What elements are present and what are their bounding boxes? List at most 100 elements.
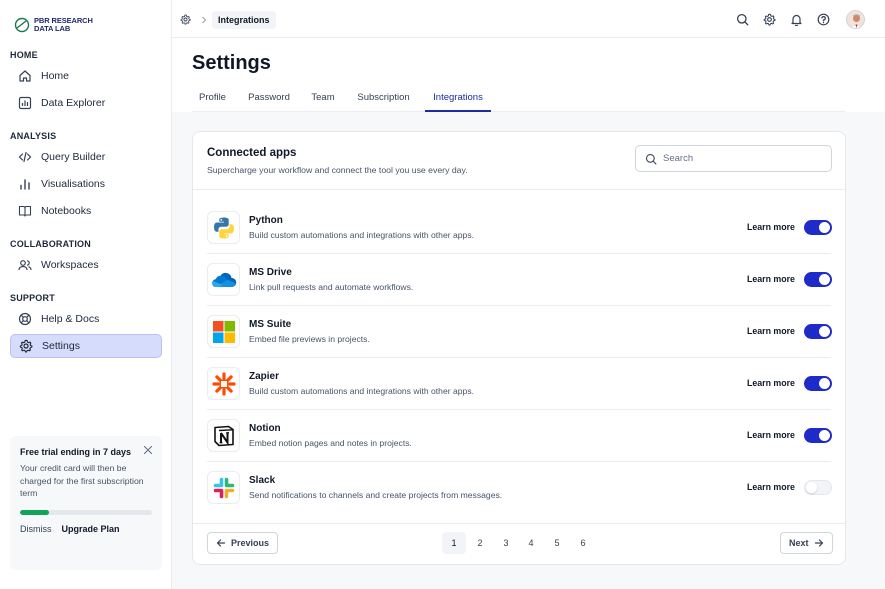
learn-more-link[interactable]: Learn more	[747, 326, 795, 336]
tab-subscription[interactable]: Subscription	[351, 88, 416, 112]
toggle-knob	[806, 482, 817, 493]
app-description: Send notifications to channels and creat…	[249, 490, 503, 500]
previous-button[interactable]: Previous	[207, 532, 279, 554]
nav-section-home: HOME	[10, 50, 38, 60]
toggle-knob	[819, 378, 830, 389]
brand-logo[interactable]: PBR RESEARCH DATA LAB	[14, 17, 93, 33]
sidebar-item-home[interactable]: Home	[10, 64, 162, 88]
dismiss-button[interactable]: Dismiss	[20, 524, 52, 534]
user-avatar-icon	[847, 11, 864, 28]
gear-icon	[19, 339, 33, 353]
search-icon	[645, 153, 657, 164]
sidebar: PBR RESEARCH DATA LAB HOME Home Data Exp…	[0, 0, 172, 589]
card-title: Connected apps	[207, 147, 297, 159]
trial-progress-fill	[20, 509, 50, 515]
settings-tabs: Profile Password Team Subscription Integ…	[192, 88, 845, 112]
sidebar-item-data-explorer[interactable]: Data Explorer	[10, 91, 162, 115]
page-number[interactable]: 2	[468, 532, 492, 554]
users-icon	[18, 260, 32, 271]
app-name: Notion	[249, 423, 281, 434]
app-name: MS Drive	[249, 267, 292, 278]
help-icon[interactable]	[817, 13, 830, 26]
home-icon	[19, 70, 31, 82]
learn-more-link[interactable]: Learn more	[747, 430, 795, 440]
connected-apps-card: Connected apps Supercharge your workflow…	[192, 131, 846, 565]
python-toggle[interactable]	[804, 220, 832, 235]
page-number[interactable]: 4	[519, 532, 543, 554]
python-logo	[207, 211, 240, 244]
trial-title: Free trial ending in 7 days	[20, 447, 132, 457]
arrow-left-icon	[216, 539, 226, 547]
arrow-right-icon	[814, 539, 823, 547]
trial-progress	[20, 509, 152, 515]
page-title: Settings	[192, 52, 271, 74]
trial-body: Your credit card will then be charged fo…	[20, 463, 144, 498]
ms-drive-toggle[interactable]	[804, 272, 832, 287]
ms-suite-toggle[interactable]	[804, 324, 832, 339]
book-icon	[18, 205, 32, 217]
next-button[interactable]: Next	[780, 532, 833, 554]
app-name: MS Suite	[249, 319, 292, 330]
nav-section-collaboration: COLLABORATION	[10, 239, 91, 249]
sidebar-item-label: Query Builder	[41, 151, 106, 163]
lifebuoy-icon	[18, 312, 32, 326]
sidebar-item-settings[interactable]: Settings	[10, 334, 162, 358]
tab-team[interactable]: Team	[306, 88, 340, 112]
sidebar-item-query-builder[interactable]: Query Builder	[10, 145, 162, 169]
search-field[interactable]	[635, 145, 832, 172]
settings-gear-icon[interactable]	[763, 13, 776, 26]
breadcrumb-current[interactable]: Integrations	[212, 11, 276, 29]
close-icon[interactable]	[143, 445, 153, 455]
sidebar-item-visualisations[interactable]: Visualisations	[10, 172, 162, 196]
slack-logo	[207, 471, 240, 504]
app-row-notion: Notion Embed notion pages and notes in p…	[207, 410, 832, 462]
learn-more-link[interactable]: Learn more	[747, 274, 795, 284]
page-number[interactable]: 6	[571, 532, 595, 554]
code-icon	[18, 151, 32, 163]
notion-toggle[interactable]	[804, 428, 832, 443]
sidebar-item-label: Visualisations	[41, 178, 106, 190]
zapier-toggle[interactable]	[804, 376, 832, 391]
slack-icon	[213, 477, 234, 498]
slack-toggle[interactable]	[804, 480, 832, 495]
page-number[interactable]: 1	[442, 532, 466, 554]
app-name: Python	[249, 215, 283, 226]
sidebar-item-label: Help & Docs	[41, 313, 100, 325]
learn-more-link[interactable]: Learn more	[747, 378, 795, 388]
app-name: Slack	[249, 475, 276, 486]
avatar[interactable]	[846, 10, 865, 29]
sidebar-item-help-docs[interactable]: Help & Docs	[10, 307, 162, 331]
upgrade-plan-button[interactable]: Upgrade Plan	[62, 524, 120, 534]
python-icon	[213, 217, 234, 238]
onedrive-cloud-icon	[211, 272, 236, 287]
app-description: Build custom automations and integration…	[249, 386, 474, 396]
sidebar-item-workspaces[interactable]: Workspaces	[10, 253, 162, 277]
divider	[193, 189, 845, 190]
zapier-asterisk-icon	[211, 371, 236, 396]
page-number[interactable]: 5	[545, 532, 569, 554]
app-row-zapier: Zapier Build custom automations and inte…	[207, 358, 832, 410]
chart-box-icon	[18, 96, 32, 110]
tab-integrations[interactable]: Integrations	[425, 88, 491, 112]
app-row-ms-drive: MS Drive Link pull requests and automate…	[207, 254, 832, 306]
zapier-logo	[207, 367, 240, 400]
trial-banner: Free trial ending in 7 days Your credit …	[10, 436, 162, 570]
app-row-slack: Slack Send notifications to channels and…	[207, 462, 832, 514]
brand-line-2: DATA LAB	[34, 24, 71, 33]
search-input[interactable]	[663, 153, 823, 164]
sidebar-item-notebooks[interactable]: Notebooks	[10, 199, 162, 223]
search-icon[interactable]	[736, 13, 749, 26]
microsoft-logo-icon	[212, 320, 235, 343]
next-label: Next	[789, 538, 809, 548]
notion-icon	[213, 425, 234, 446]
divider	[193, 523, 845, 524]
page-number[interactable]: 3	[494, 532, 518, 554]
learn-more-link[interactable]: Learn more	[747, 222, 795, 232]
learn-more-link[interactable]: Learn more	[747, 482, 795, 492]
sidebar-item-label: Home	[41, 70, 70, 82]
toggle-knob	[819, 222, 830, 233]
tab-profile[interactable]: Profile	[192, 88, 233, 112]
bell-icon[interactable]	[790, 13, 803, 26]
tab-password[interactable]: Password	[242, 88, 296, 112]
breadcrumb-gear-icon[interactable]	[180, 14, 191, 25]
